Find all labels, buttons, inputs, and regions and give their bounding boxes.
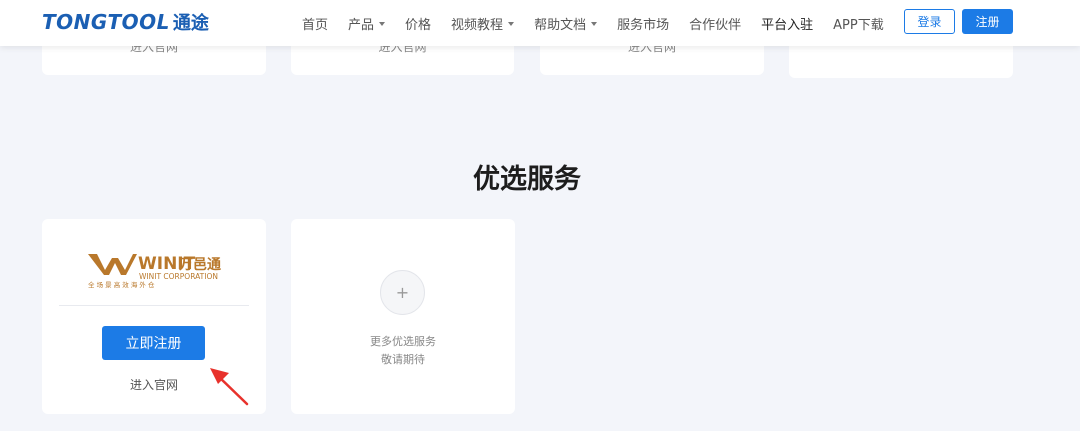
tongtool-logo[interactable]: TONGTOOL 通途 <box>42 9 209 35</box>
winit-logo-sub: WINIT CORPORATION <box>139 272 218 281</box>
winit-logo-cn: 万邑通 <box>178 257 221 273</box>
nav-label: 合作伙伴 <box>689 18 742 33</box>
top-navbar: TONGTOOL 通途 首页 产品 价格 视频教程 帮助文档 服务市场 合作伙伴… <box>0 0 1080 46</box>
nav-label: 帮助文档 <box>534 18 587 33</box>
more-services-line2: 敬请期待 <box>381 353 425 366</box>
nav-label: 服务市场 <box>617 18 670 33</box>
nav-item-video-tutorials[interactable]: 视频教程 <box>451 14 515 33</box>
main-nav: 首页 产品 价格 视频教程 帮助文档 服务市场 合作伙伴 平台入驻 APP下载 <box>302 14 904 33</box>
nav-item-home[interactable]: 首页 <box>302 14 328 33</box>
nav-label: 视频教程 <box>451 18 504 33</box>
logo-text-cn: 通途 <box>172 13 209 34</box>
nav-item-service-market[interactable]: 服务市场 <box>617 14 669 33</box>
more-services-line1: 更多优选服务 <box>370 335 436 348</box>
nav-item-help-docs[interactable]: 帮助文档 <box>534 14 598 33</box>
chevron-down-icon <box>508 21 515 26</box>
plus-icon[interactable]: + <box>380 270 425 315</box>
nav-item-app-download[interactable]: APP下载 <box>833 14 884 33</box>
nav-item-partners[interactable]: 合作伙伴 <box>689 14 741 33</box>
chevron-down-icon <box>379 21 386 26</box>
login-button[interactable]: 登录 <box>904 9 955 34</box>
logo-text-en: TONGTOOL <box>42 10 170 34</box>
nav-label: 首页 <box>302 18 329 33</box>
section-title: 优选服务 <box>473 164 581 195</box>
more-services-text: 更多优选服务 敬请期待 <box>291 333 515 369</box>
nav-label: 平台入驻 <box>761 18 814 33</box>
register-button[interactable]: 注册 <box>962 9 1013 34</box>
nav-label: 价格 <box>405 18 432 33</box>
chevron-down-icon <box>591 21 598 26</box>
red-arrow-icon <box>210 368 249 406</box>
nav-item-products[interactable]: 产品 <box>348 14 386 33</box>
nav-item-platform-join[interactable]: 平台入驻 <box>761 14 813 33</box>
winit-logo: WINIT 万邑通 WINIT CORPORATION 全 场 景 高 效 海 … <box>88 254 221 288</box>
card-divider <box>59 305 249 306</box>
nav-label: APP下载 <box>833 18 884 33</box>
service-card-more: + 更多优选服务 敬请期待 <box>291 219 515 414</box>
nav-item-pricing[interactable]: 价格 <box>405 14 431 33</box>
signup-now-button[interactable]: 立即注册 <box>102 326 205 360</box>
winit-logo-tagline: 全 场 景 高 效 海 外 仓 <box>88 280 155 288</box>
nav-label: 产品 <box>348 18 375 33</box>
